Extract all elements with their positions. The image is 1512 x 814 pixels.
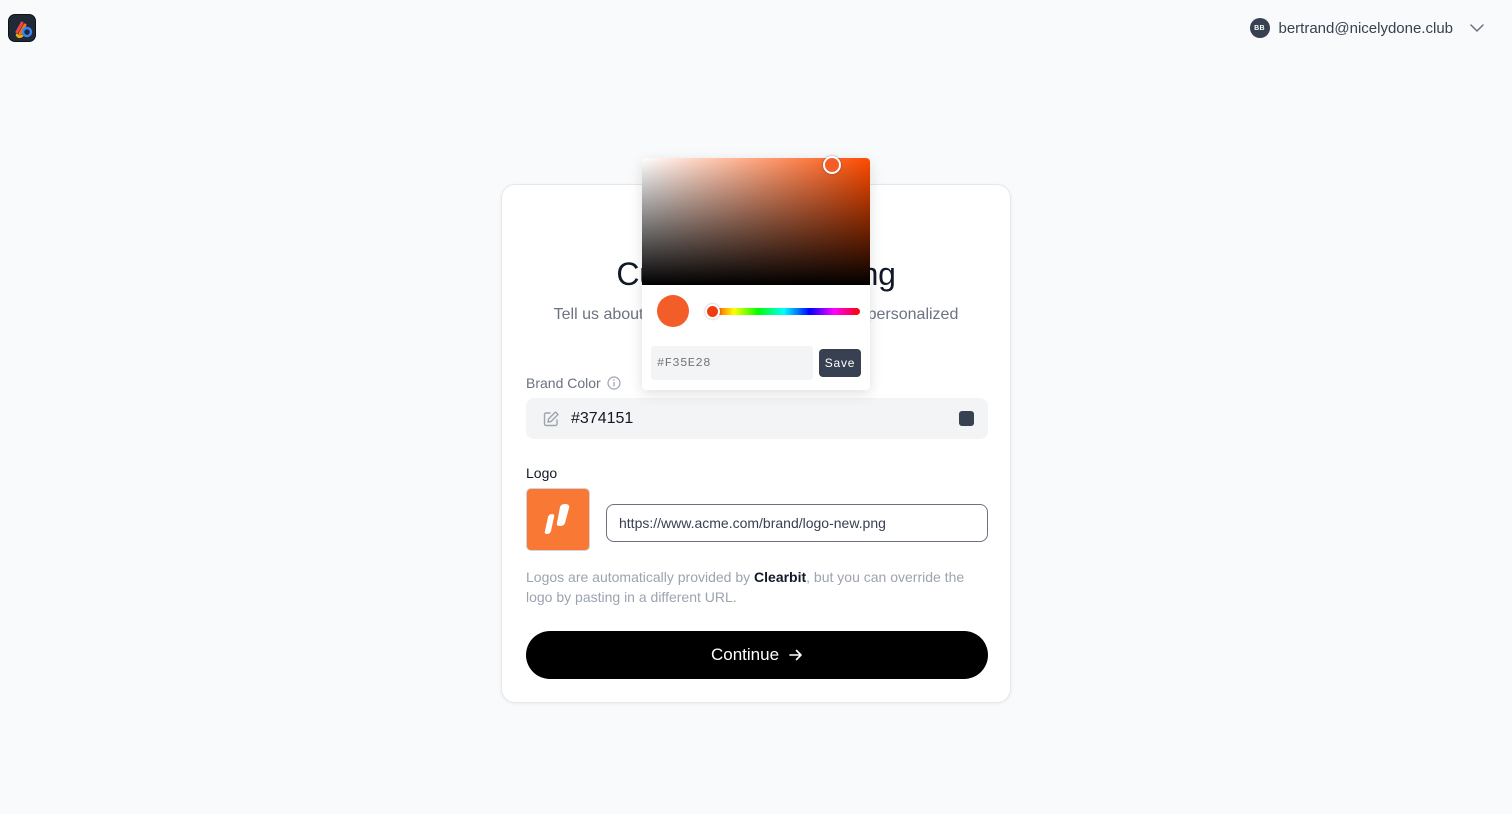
- app-logo-icon: [15, 21, 33, 39]
- app-logo[interactable]: [8, 14, 36, 42]
- color-picker-popover: Save: [642, 156, 870, 390]
- help-text-prefix: Logos are automatically provided by: [526, 569, 755, 585]
- info-icon[interactable]: [607, 376, 621, 390]
- brand-color-swatch[interactable]: [959, 411, 974, 426]
- saturation-area[interactable]: [642, 156, 870, 285]
- continue-button[interactable]: Continue: [526, 631, 988, 679]
- brand-color-value: #374151: [571, 409, 634, 427]
- avatar: BB: [1249, 18, 1270, 38]
- brand-color-field[interactable]: #374151: [526, 398, 988, 439]
- chevron-down-icon: [1470, 24, 1484, 32]
- arrow-right-icon: [789, 649, 802, 661]
- clearbit-link: Clearbit: [754, 569, 807, 585]
- logo-preview: [526, 488, 590, 551]
- continue-label: Continue: [710, 645, 780, 664]
- logo-help-text: Logos are automatically provided by Clea…: [526, 567, 986, 607]
- brand-logo-icon: [544, 503, 570, 534]
- hue-slider[interactable]: [705, 304, 860, 319]
- account-menu[interactable]: BB bertrand@nicelydone.club: [1249, 17, 1485, 39]
- logo-url-input[interactable]: [606, 504, 988, 542]
- hue-handle[interactable]: [705, 304, 720, 319]
- saturation-handle[interactable]: [823, 156, 841, 174]
- pencil-icon: [543, 410, 559, 426]
- account-email: bertrand@nicelydone.club: [1278, 19, 1454, 37]
- hex-input[interactable]: [651, 346, 813, 380]
- color-preview: [657, 295, 689, 327]
- logo-label: Logo: [526, 465, 558, 481]
- brand-color-label: Brand Color: [526, 375, 621, 391]
- save-button[interactable]: Save: [819, 349, 861, 377]
- brand-color-label-text: Brand Color: [526, 375, 601, 391]
